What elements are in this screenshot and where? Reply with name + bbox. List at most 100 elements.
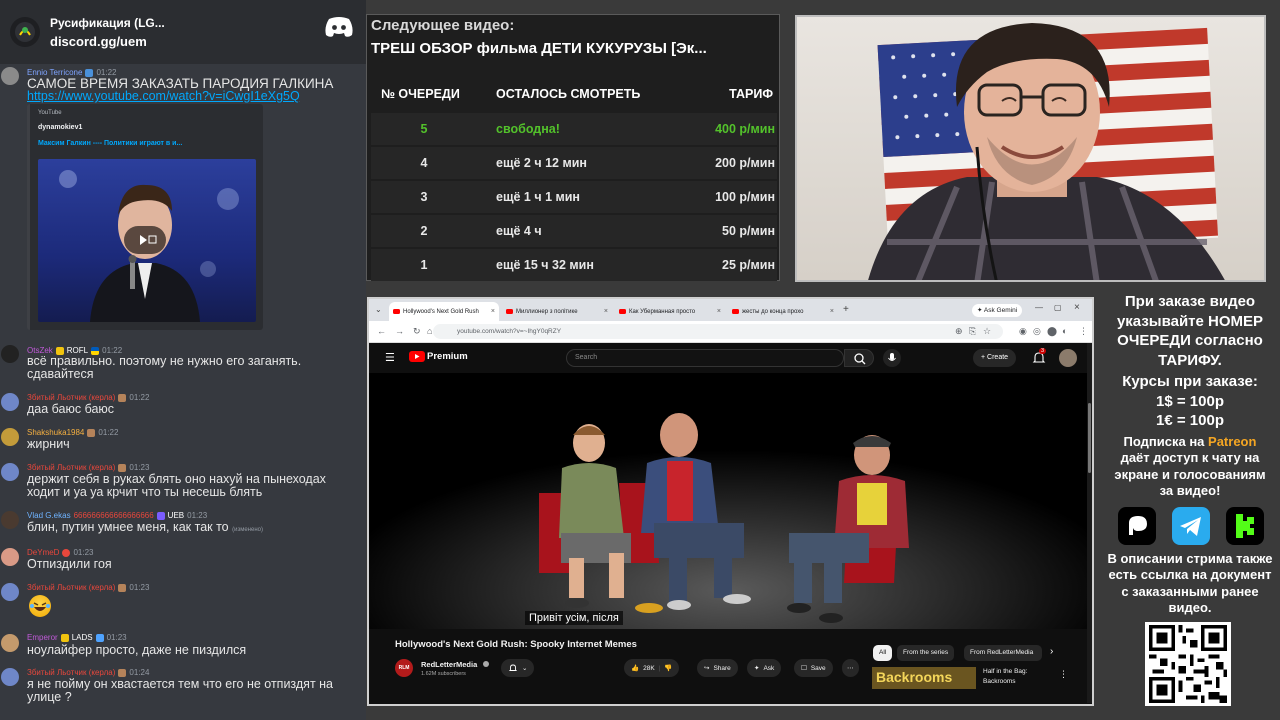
chip-from-series[interactable]: From the series [897, 645, 955, 661]
avatar [1, 428, 19, 446]
tab-title: Как Уберманная просто [629, 308, 696, 315]
scrollbar[interactable] [1087, 343, 1092, 703]
discord-logo-icon [324, 16, 354, 43]
message-text: блин, путин умнее меня, как так то [27, 520, 229, 534]
ask-gemini-button[interactable]: ✦ Ask Gemini [972, 304, 1023, 317]
more-actions-button[interactable]: ⋯ [842, 659, 859, 677]
forward-icon[interactable]: → [395, 326, 404, 336]
close-tab-icon[interactable]: × [491, 308, 495, 315]
browser-tab[interactable]: Как Уберманная просто × [615, 302, 725, 321]
extension-icon[interactable]: ⬤ [1047, 326, 1057, 336]
patreon-icon[interactable] [1118, 507, 1156, 545]
message-text: жирнич [27, 437, 70, 451]
subscribed-button[interactable]: ⌄ [501, 659, 535, 677]
share-page-icon[interactable]: ⎘ [969, 326, 976, 336]
message-text: даа баюс баюс [27, 402, 115, 416]
queue-number: 2 [420, 224, 428, 238]
save-button[interactable]: ☐ Save [794, 659, 833, 677]
bookmark-icon[interactable]: ☆ [983, 326, 991, 336]
video-frame [369, 373, 1092, 629]
message-time: 01:23 [106, 633, 127, 642]
queue-number: 4 [420, 156, 428, 170]
video-player[interactable]: Привіт усім, після [369, 373, 1092, 629]
server-invite: discord.gg/uem [50, 33, 147, 49]
scrollbar-thumb[interactable] [1088, 403, 1091, 473]
chip-from-channel[interactable]: From RedLetterMedia [964, 645, 1042, 661]
ask-button[interactable]: ✦ Ask [747, 659, 782, 677]
qr-code[interactable] [1145, 622, 1231, 706]
message-author-extra: 666666666666666666 [73, 511, 154, 520]
message-author: DeYmeD [27, 548, 60, 557]
microphone-icon [888, 353, 896, 361]
channel-avatar[interactable]: RLM [395, 659, 413, 677]
minimize-icon[interactable]: — [1035, 303, 1043, 312]
search-button[interactable] [844, 349, 874, 367]
kick-icon[interactable] [1226, 507, 1264, 545]
hamburger-menu-icon[interactable]: ☰ [385, 351, 395, 364]
new-tab-icon[interactable]: + [843, 304, 849, 315]
message-badge: UEB [167, 511, 185, 520]
embed-title[interactable]: Максим Галкин ---- Политики играют в и..… [38, 140, 182, 147]
youtube-search-input[interactable]: Search [566, 349, 844, 367]
patreon-link[interactable]: Patreon [1208, 434, 1256, 449]
zoom-icon[interactable]: ⊕ [955, 326, 963, 336]
recommended-thumbnail[interactable]: Backrooms [872, 667, 976, 689]
share-button[interactable]: ↪ Share [697, 659, 738, 677]
embed-thumbnail[interactable] [38, 159, 256, 322]
back-icon[interactable]: ← [377, 326, 386, 336]
youtube-embed[interactable]: YouTube dynamokiev1 Максим Галкин ---- П… [27, 104, 263, 330]
laughing-emoji-icon [29, 595, 51, 622]
tab-title: жесты до конца прохо [742, 308, 804, 315]
youtube-logo[interactable]: Premium [409, 351, 468, 362]
close-window-icon[interactable]: × [1074, 302, 1080, 313]
message-time: 01:23 [187, 511, 208, 520]
close-tab-icon[interactable]: × [717, 308, 721, 315]
queue-price: 400 р/мин [715, 122, 775, 136]
notifications-button[interactable]: 3 [1031, 348, 1047, 366]
tab-list-icon[interactable]: ⌄ [375, 305, 382, 314]
voice-search-button[interactable] [883, 349, 901, 367]
message-badge: LADS [71, 633, 93, 642]
browser-tab[interactable]: жесты до конца прохо × [728, 302, 838, 321]
message-time: 01:23 [129, 463, 150, 472]
browser-tab[interactable]: Миллионер з політике × [502, 302, 612, 321]
profile-icon[interactable]: ◐ [1062, 326, 1067, 336]
more-icon: ⋯ [847, 665, 854, 672]
play-button-icon[interactable] [124, 226, 166, 254]
queue-price: 200 р/мин [715, 156, 775, 170]
sparkle-icon: ✦ [754, 665, 760, 672]
close-tab-icon[interactable]: × [604, 308, 608, 315]
maximize-icon[interactable]: ▢ [1054, 303, 1062, 312]
webcam-image [868, 23, 1225, 280]
home-icon[interactable]: ⌂ [427, 326, 432, 336]
queue-price: 50 р/мин [722, 224, 775, 238]
url-text: youtube.com/watch?v=~IhgY0qRZY [457, 328, 562, 335]
notification-count: 3 [1039, 348, 1047, 354]
thumbs-up-icon[interactable]: 👍 [631, 664, 639, 672]
message-link[interactable]: https://www.youtube.com/watch?v=iCwgI1eX… [27, 89, 300, 103]
queue-number: 5 [420, 122, 428, 136]
browser-menu-icon[interactable]: ⋮ [1079, 326, 1088, 336]
queue-row: 1 ещё 15 ч 32 мин 25 р/мин [371, 249, 777, 281]
chip-all[interactable]: All [873, 645, 893, 661]
column-header: ОСТАЛОСЬ СМОТРЕТЬ [496, 87, 641, 101]
browser-tab[interactable]: Hollywood's Next Gold Rush × [389, 302, 499, 321]
chevron-right-icon[interactable]: › [1050, 646, 1053, 657]
url-input[interactable]: youtube.com/watch?v=~IhgY0qRZY [433, 324, 1003, 339]
message-author: Vlad G.ekas [27, 511, 71, 520]
close-tab-icon[interactable]: × [830, 308, 834, 315]
create-button[interactable]: + Create [973, 349, 1017, 367]
avatar[interactable] [1059, 349, 1077, 367]
telegram-icon[interactable] [1172, 507, 1210, 545]
message-time: 01:22 [129, 393, 150, 402]
reload-icon[interactable]: ↻ [413, 326, 421, 336]
extension-icon[interactable]: ◉ [1019, 326, 1027, 336]
more-icon[interactable]: ⋮ [1059, 669, 1068, 680]
thumbs-down-icon[interactable]: 👎 [664, 664, 672, 672]
extension-icon[interactable]: ◎ [1033, 326, 1041, 336]
like-dislike-button[interactable]: 👍 28K | 👎 [624, 659, 680, 677]
recommended-title[interactable]: Half in the Bag: Backrooms [983, 667, 1053, 687]
message-text: держит себя в руках блять оно нахуй на п… [27, 472, 326, 499]
channel-name[interactable]: RedLetterMedia [421, 660, 477, 669]
webcam-feed [795, 15, 1266, 282]
